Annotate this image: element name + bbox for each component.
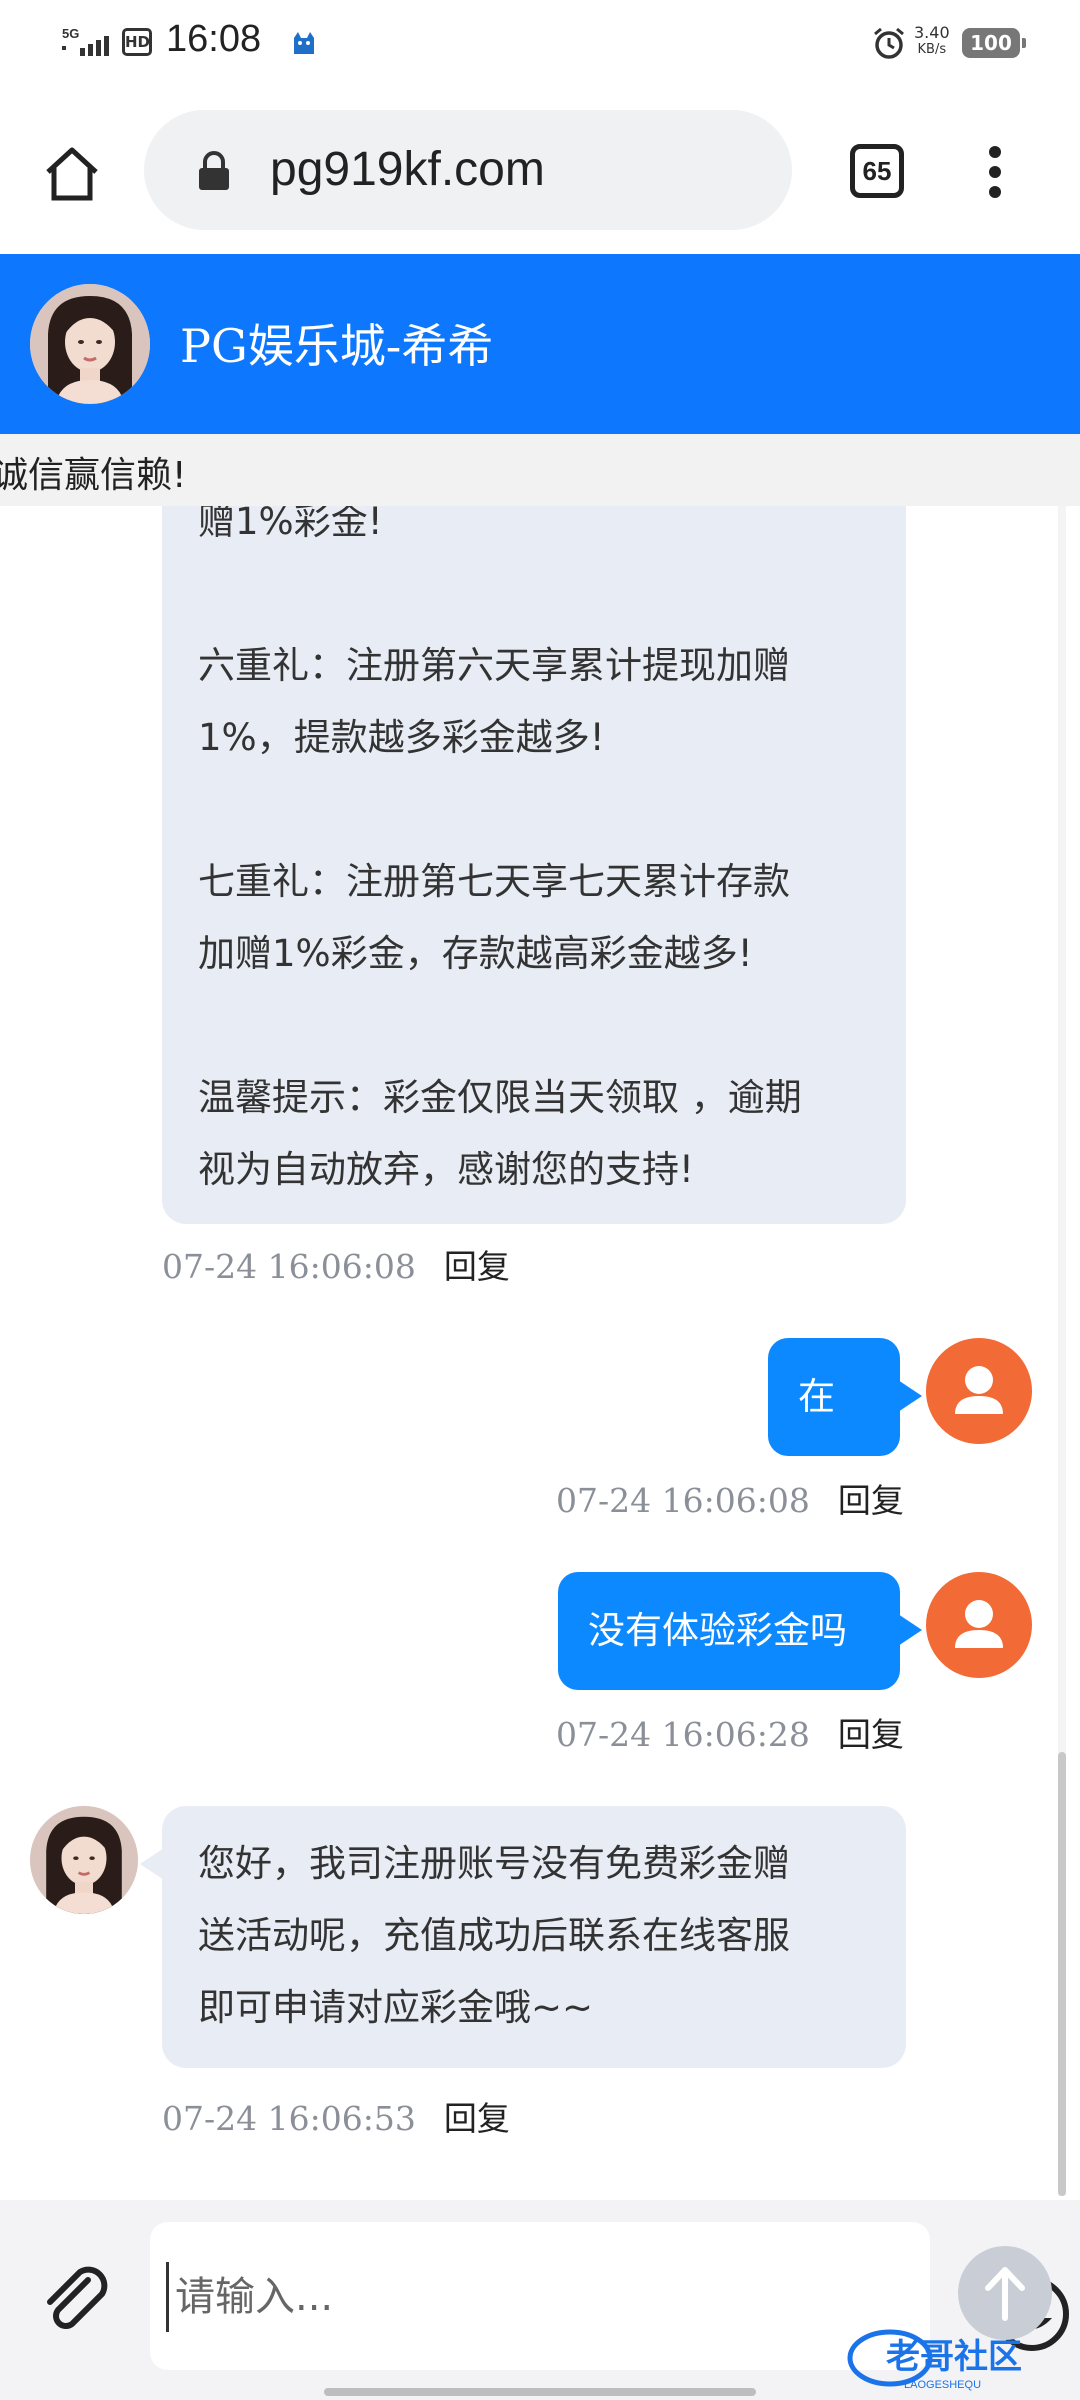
message-timestamp: 07-24 16:06:08 — [162, 1247, 416, 1286]
message-input-container[interactable] — [150, 2222, 1069, 2370]
message-meta: 07-24 16:06:53 回复 — [162, 2092, 510, 2140]
agent-avatar — [30, 1806, 138, 1914]
user-message-bubble: 在不 — [768, 1338, 922, 1536]
browser-toolbar: pg919kf.com 65 — [0, 88, 1080, 254]
message-timestamp: 07-24 16:06:28 — [556, 1715, 810, 1754]
message-line: 1%，提款越多彩金越多! — [198, 716, 605, 759]
message-input[interactable] — [166, 2262, 816, 2332]
user-icon — [955, 1600, 1003, 1648]
message-input-bar: 老哥社区 LAOGESHEQU — [0, 2200, 1080, 2400]
message-meta: 07-24 16:06:08 回复 — [556, 1474, 904, 1522]
user-avatar — [926, 1338, 1032, 1444]
reply-button[interactable]: 回复 — [444, 1247, 510, 1286]
lock-icon — [199, 151, 229, 190]
message-meta: 07-24 16:06:28 回复 — [556, 1708, 904, 1756]
app-notification-icon — [294, 32, 314, 54]
watermark-logo: 老哥社区 LAOGESHEQU — [847, 2329, 1022, 2391]
announcement-text: 诚信赢信赖! — [0, 455, 187, 496]
message-line: 赠1%彩金! — [198, 506, 383, 543]
speed-value: 3.40 — [914, 23, 950, 42]
message-line: 即可申请对应彩金哦~~ — [198, 1986, 594, 2029]
chat-message-list[interactable]: 赠1%彩金! 六重礼：注册第六天享累计提现加赠 1%，提款越多彩金越多! 七重礼… — [0, 506, 1080, 2200]
url-text[interactable]: pg919kf.com — [270, 142, 545, 197]
more-menu-icon[interactable] — [980, 140, 1010, 204]
reply-button[interactable]: 回复 — [838, 1481, 904, 1520]
alarm-icon — [874, 27, 904, 59]
chat-title: PG娱乐城-希希 — [180, 319, 494, 373]
home-icon[interactable] — [40, 142, 104, 206]
reply-button[interactable]: 回复 — [838, 1715, 904, 1754]
announcement-marquee: 诚信赢信赖! — [0, 434, 1080, 506]
speed-unit: KB/s — [917, 42, 947, 57]
scrollbar-thumb[interactable] — [1058, 1752, 1066, 2196]
gesture-home-bar[interactable] — [324, 2388, 756, 2396]
battery-icon: 100 — [962, 28, 1026, 58]
hd-icon: HD — [122, 28, 152, 56]
message-line: 您好，我司注册账号没有免费彩金赠 — [198, 1842, 790, 1885]
message-meta: 07-24 16:06:08 回复 — [162, 1240, 510, 1288]
reply-button[interactable]: 回复 — [444, 2099, 510, 2138]
user-message-bubble: 没有体验彩金吗 — [558, 1572, 922, 1690]
network-speed: 3.40 KB/s — [914, 24, 950, 58]
watermark-subtext: LAOGESHEQU — [904, 2379, 981, 2391]
status-bar: 5G HD 16:08 3.40 KB/s 100 — [0, 0, 1080, 88]
message-timestamp: 07-24 16:06:08 — [556, 1481, 810, 1520]
message-line: 温馨提示：彩金仅限当天领取 ，逾期 — [198, 1076, 802, 1119]
message-line: 七重礼：注册第七天享七天累计存款 — [198, 860, 790, 903]
address-bar[interactable]: pg919kf.com — [144, 110, 792, 230]
agent-message-bubble: 您好，我司注册账号没有免费彩金赠 送活动呢，充值成功后联系在线客服 即可申请对应… — [140, 1806, 906, 2068]
agent-avatar — [30, 284, 150, 404]
clock: 16:08 — [166, 18, 262, 60]
agent-message-bubble: 赠1%彩金! 六重礼：注册第六天享累计提现加赠 1%，提款越多彩金越多! 七重礼… — [162, 506, 906, 1224]
user-icon — [955, 1366, 1003, 1414]
message-line: 送活动呢，充值成功后联系在线客服 — [198, 1914, 790, 1957]
chat-header: PG娱乐城-希希 — [0, 254, 1080, 434]
tab-switcher-button[interactable]: 65 — [850, 144, 904, 198]
message-text: 没有体验彩金吗 — [588, 1609, 847, 1652]
watermark-text: 老哥社区 — [886, 2337, 1022, 2377]
message-timestamp: 07-24 16:06:53 — [162, 2099, 416, 2138]
svg-text:5G: 5G — [62, 26, 79, 41]
user-avatar — [926, 1572, 1032, 1678]
message-line: 加赠1%彩金，存款越高彩金越多! — [198, 932, 753, 975]
message-line: 六重礼：注册第六天享累计提现加赠 — [198, 644, 790, 687]
message-line: 视为自动放弃，感谢您的支持! — [198, 1148, 694, 1191]
attachment-icon[interactable] — [36, 2258, 116, 2338]
signal-icon: 5G — [62, 26, 109, 56]
